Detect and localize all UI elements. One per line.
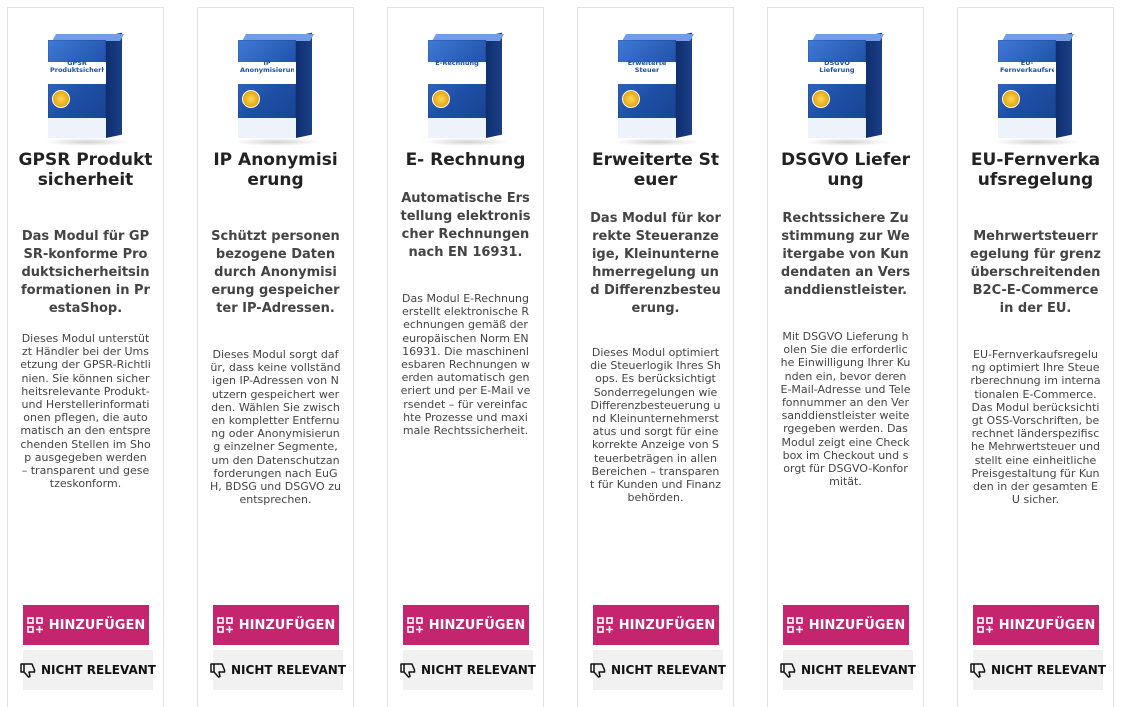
seal-icon [52,90,70,108]
module-card: E-Rechnung E- Rechnung Automatische Erst… [387,7,544,707]
thumbs-down-icon [970,662,986,678]
module-description: Das Modul E-Rechnung erstellt elektronis… [400,292,531,438]
box-label: IP Anonymisierung [240,60,294,74]
add-button-label: HINZUFÜGEN [428,617,526,633]
module-description: Dieses Modul sorgt dafür, dass keine vol… [210,348,341,507]
not-relevant-button[interactable]: NICHT RELEVANT [970,650,1106,690]
module-title: DSGVO Lieferung [780,150,911,190]
box-graphic: EU-Fernverkaufsregelung [994,32,1080,146]
not-relevant-button[interactable]: NICHT RELEVANT [20,650,156,690]
module-title: IP Anonymisierung [213,150,338,190]
module-title: GPSR Produktsicherheit [18,150,153,190]
module-card: DSGVO Lieferung DSGVO Lieferung Rechtssi… [767,7,924,707]
seal-icon [1002,90,1020,108]
not-relevant-button-label: NICHT RELEVANT [801,663,916,677]
module-subtitle: Das Modul für GPSR-konforme Produktsiche… [21,229,150,316]
module-card: IP Anonymisierung IP Anonymisierung Schü… [197,7,354,707]
module-subtitle: Das Modul für korrekte Steueranzeige, Kl… [590,211,721,316]
thumbs-down-icon [780,662,796,678]
add-button-label: HINZUFÜGEN [238,617,336,633]
not-relevant-button[interactable]: NICHT RELEVANT [210,650,346,690]
seal-icon [432,90,450,108]
module-title: E- Rechnung [405,150,526,170]
add-button-label: HINZUFÜGEN [618,617,716,633]
thumbs-down-icon [590,662,606,678]
box-graphic: GPSR Produktsicherheit [44,32,130,146]
seal-icon [622,90,640,108]
apps-add-icon [406,617,423,633]
box-label: DSGVO Lieferung [819,60,855,74]
module-title: Erweiterte Steuer [591,150,720,190]
box-graphic: IP Anonymisierung [234,32,320,146]
product-box-image: GPSR Produktsicherheit [8,28,163,148]
add-button[interactable]: HINZUFÜGEN [593,605,719,645]
apps-add-icon [786,617,803,633]
module-title: EU-Fernverkaufsregelung [970,150,1101,190]
not-relevant-button[interactable]: NICHT RELEVANT [590,650,726,690]
add-button[interactable]: HINZUFÜGEN [23,605,149,645]
thumbs-down-icon [400,662,416,678]
box-label: EU-Fernverkaufsregelung [1000,60,1054,74]
apps-add-icon [976,617,993,633]
module-description: Mit DSGVO Lieferung holen Sie die erford… [780,330,911,489]
box-graphic: Erweiterte Steuer [614,32,700,146]
add-button[interactable]: HINZUFÜGEN [213,605,339,645]
product-box-image: Erweiterte Steuer [578,28,733,148]
product-box-image: DSGVO Lieferung [768,28,923,148]
product-box-image: E-Rechnung [388,28,543,148]
module-subtitle: Schützt personenbezogene Daten durch Ano… [211,229,340,316]
seal-icon [242,90,260,108]
not-relevant-button-label: NICHT RELEVANT [421,663,536,677]
not-relevant-button-label: NICHT RELEVANT [611,663,726,677]
module-card: EU-Fernverkaufsregelung EU-Fernverkaufsr… [957,7,1114,707]
apps-add-icon [216,617,233,633]
product-box-image: EU-Fernverkaufsregelung [958,28,1113,148]
seal-icon [812,90,830,108]
not-relevant-button-label: NICHT RELEVANT [991,663,1106,677]
module-description: Dieses Modul unterstützt Händler bei der… [20,332,151,491]
module-subtitle: Rechtssichere Zustimmung zur Weitergabe … [780,211,911,298]
add-button-label: HINZUFÜGEN [998,617,1096,633]
box-label: GPSR Produktsicherheit [50,60,104,74]
add-button-label: HINZUFÜGEN [808,617,906,633]
module-card: GPSR Produktsicherheit GPSR Produktsiche… [7,7,164,707]
add-button[interactable]: HINZUFÜGEN [403,605,529,645]
module-description: Dieses Modul optimiert die Steuerlogik I… [590,346,721,505]
module-description: EU-Fernverkaufsregelung optimiert Ihre S… [970,348,1101,507]
apps-add-icon [596,617,613,633]
add-button-label: HINZUFÜGEN [48,617,146,633]
not-relevant-button[interactable]: NICHT RELEVANT [400,650,536,690]
apps-add-icon [26,617,43,633]
not-relevant-button[interactable]: NICHT RELEVANT [780,650,916,690]
add-button[interactable]: HINZUFÜGEN [783,605,909,645]
box-graphic: E-Rechnung [424,32,510,146]
box-label: Erweiterte Steuer [627,60,667,74]
thumbs-down-icon [20,662,36,678]
not-relevant-button-label: NICHT RELEVANT [41,663,156,677]
product-box-image: IP Anonymisierung [198,28,353,148]
add-button[interactable]: HINZUFÜGEN [973,605,1099,645]
not-relevant-button-label: NICHT RELEVANT [231,663,346,677]
box-graphic: DSGVO Lieferung [804,32,890,146]
box-label: E-Rechnung [435,60,479,67]
thumbs-down-icon [210,662,226,678]
module-subtitle: Mehrwertsteuerregelung für grenzüberschr… [970,229,1101,316]
module-subtitle: Automatische Erstellung elektronischer R… [400,191,531,260]
module-card: Erweiterte Steuer Erweiterte Steuer Das … [577,7,734,707]
